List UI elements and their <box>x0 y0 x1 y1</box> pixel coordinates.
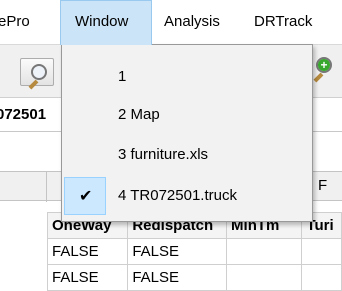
table-row: FALSE FALSE <box>46 238 342 265</box>
header-cell <box>0 172 47 202</box>
menu-item-label: 3 furniture.xls <box>118 146 209 163</box>
address-text: 072501 <box>0 106 47 123</box>
window-menu-dropdown: 1 2 Map 3 furniture.xls ✔ 4 TR072501.tru… <box>61 44 313 222</box>
table-row: FALSE FALSE <box>46 264 342 291</box>
zoom-in-icon[interactable]: + <box>312 55 336 83</box>
menu-epro[interactable]: ePro <box>0 0 36 44</box>
check-indicator: ✔ <box>64 177 106 215</box>
header-cell-label: F <box>318 177 328 194</box>
table-cell[interactable]: FALSE <box>46 264 129 291</box>
menu-analysis[interactable]: Analysis <box>158 0 226 44</box>
table-cell[interactable] <box>226 264 303 291</box>
checkmark-icon: ✔ <box>79 188 93 205</box>
data-table: OneWay Redispatch MinTm Turi FALSE FALSE… <box>46 212 342 291</box>
table-cell[interactable] <box>301 238 342 265</box>
menu-drtrack[interactable]: DRTrack <box>248 0 318 44</box>
table-cell[interactable]: FALSE <box>127 264 228 291</box>
table-cell[interactable]: FALSE <box>127 238 228 265</box>
table-cell[interactable]: FALSE <box>46 238 129 265</box>
window-menu-item-truck[interactable]: ✔ 4 TR072501.truck <box>62 177 312 215</box>
menu-item-label: 1 <box>118 68 127 85</box>
menu-item-label: 2 Map <box>118 106 160 123</box>
menu-bar: ePro Window Analysis DRTrack <box>0 0 342 45</box>
window-menu-item-furniture[interactable]: 3 furniture.xls <box>62 136 312 174</box>
menu-window[interactable]: Window <box>60 0 152 45</box>
table-cell[interactable] <box>301 264 342 291</box>
window-menu-item-map[interactable]: 2 Map <box>62 96 312 134</box>
magnifier-icon <box>27 62 49 90</box>
menu-item-label: 4 TR072501.truck <box>118 187 237 204</box>
window-menu-item-1[interactable]: 1 <box>62 58 312 96</box>
table-cell[interactable] <box>226 238 303 265</box>
find-button[interactable] <box>20 58 54 90</box>
